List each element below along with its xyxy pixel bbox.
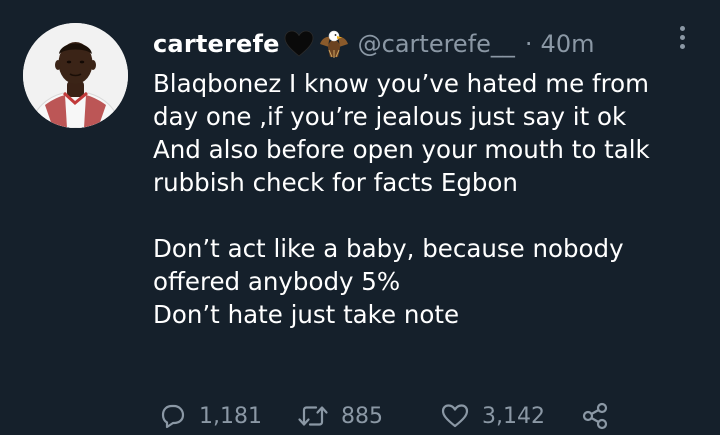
- tweet: carterefe @carterefe__ · 40m Blaqbonez I…: [0, 0, 720, 435]
- tweet-header: carterefe @carterefe__ · 40m: [153, 26, 594, 62]
- reply-count: 1,181: [199, 403, 262, 429]
- tweet-line: Blaqbonez I know you’ve hated me from: [153, 69, 649, 98]
- handle[interactable]: @carterefe__: [358, 30, 515, 58]
- reply-button[interactable]: 1,181: [157, 402, 297, 430]
- more-options-icon[interactable]: [672, 26, 692, 54]
- eagle-icon: [318, 30, 350, 58]
- like-count: 3,142: [482, 403, 545, 429]
- tweet-line: Don’t hate just take note: [153, 300, 460, 329]
- tweet-line: And also before open your mouth to talk: [153, 135, 650, 164]
- share-icon: [580, 401, 610, 431]
- tweet-text: Blaqbonez I know you’ve hated me from da…: [153, 67, 713, 331]
- action-bar: 1,181 885 3,142: [157, 400, 610, 432]
- reply-icon: [157, 402, 187, 430]
- retweet-count: 885: [341, 403, 383, 429]
- timestamp[interactable]: 40m: [541, 30, 595, 58]
- tweet-line: Don’t act like a baby, because nobody: [153, 234, 624, 263]
- retweet-icon: [297, 402, 329, 430]
- tweet-line: offered anybody 5%: [153, 267, 401, 296]
- heart-icon: [440, 402, 470, 430]
- retweet-button[interactable]: 885: [297, 402, 440, 430]
- tweet-line: rubbish check for facts Egbon: [153, 168, 518, 197]
- black-heart-icon: [284, 30, 314, 58]
- share-button[interactable]: [580, 401, 610, 431]
- like-button[interactable]: 3,142: [440, 402, 580, 430]
- avatar[interactable]: [23, 23, 128, 128]
- separator-dot: ·: [524, 30, 533, 58]
- tweet-line: day one ,if you’re jealous just say it o…: [153, 102, 627, 131]
- display-name[interactable]: carterefe: [153, 30, 280, 58]
